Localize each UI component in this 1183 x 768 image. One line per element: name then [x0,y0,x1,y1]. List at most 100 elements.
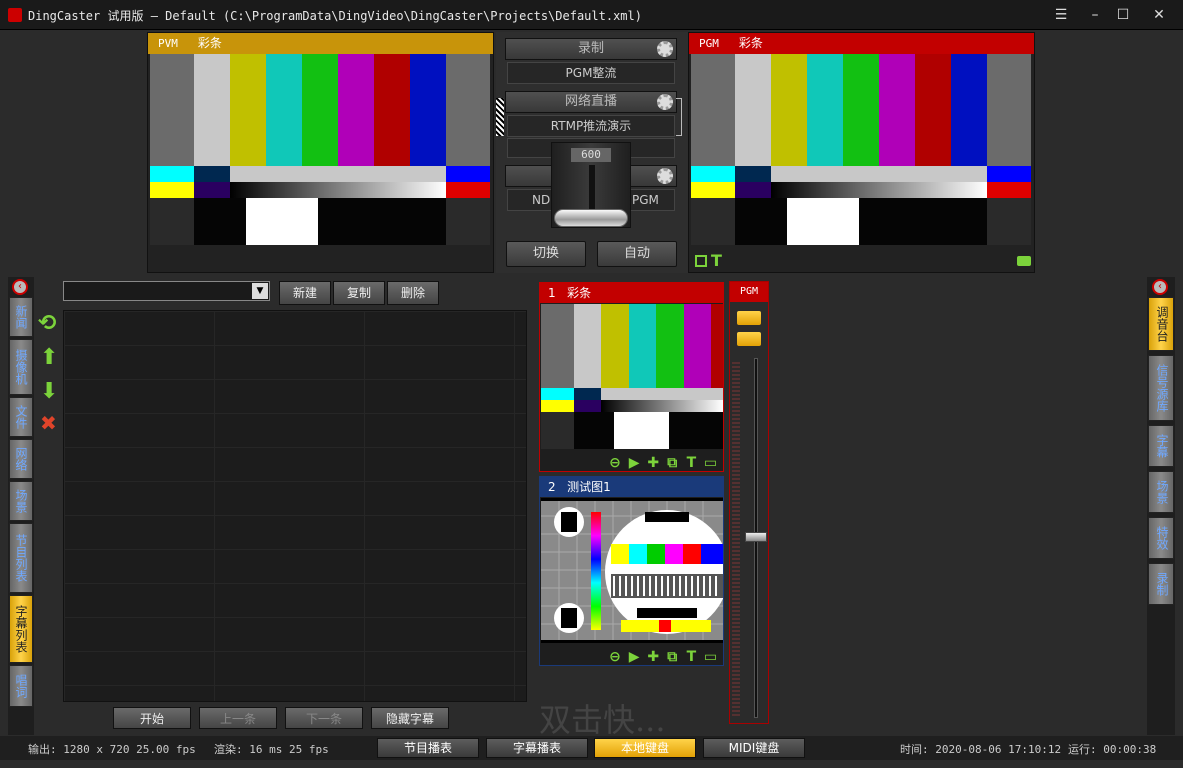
play-icon[interactable]: ▶ [627,456,641,470]
ndi-settings-gear-icon[interactable] [657,168,673,184]
record-settings-gear-icon[interactable] [657,41,673,57]
bottom-button-2[interactable]: 本地键盘 [594,738,696,758]
bottom-button-0[interactable]: 节目播表 [377,738,479,758]
bottom-button-1[interactable]: 字幕播表 [486,738,588,758]
move-down-arrow-icon[interactable]: ⬇ [40,379,58,404]
grid-icon[interactable] [695,255,707,267]
bottom-button-3[interactable]: MIDI键盘 [703,738,805,758]
source-card[interactable]: 1 彩条 ⊖ ▶ ✚ ⧉ T ▭ [539,282,724,472]
source-name: 测试图1 [567,480,611,494]
new-button[interactable]: 新建 [279,281,331,305]
pgm-monitor[interactable]: PGM 彩条 T [688,32,1035,273]
left-tab-3[interactable]: 网络 [9,439,33,479]
right-tab-3[interactable]: 场景 [1148,471,1174,513]
stream-target[interactable]: RTMP推流演示 [507,115,675,137]
collapse-chevron-icon[interactable]: ‹ [12,279,28,295]
output-status: 输出: 1280 x 720 25.00 fps [28,743,196,756]
refresh-icon[interactable]: ⟲ [38,311,56,336]
monitor-icon[interactable]: ▭ [703,650,717,664]
stream-section-header: 网络直播 [505,91,677,113]
next-button[interactable]: 下一条 [285,707,363,729]
add-icon[interactable]: ✚ [646,650,660,664]
maximize-icon[interactable]: ☐ [1106,0,1140,30]
remove-circle-icon[interactable]: ⊖ [608,650,622,664]
source-index: 1 [548,286,556,300]
left-tab-0[interactable]: 新闻 [9,297,33,337]
source-header: 1 彩条 [540,283,723,303]
sources-panel: 1 彩条 ⊖ ▶ ✚ ⧉ T ▭ 2 测试图1 ⊖ ▶ ✚ ⧉ T ▭ 双击快.… [535,277,725,739]
close-icon[interactable]: ✕ [1142,0,1176,30]
prev-button[interactable]: 上一条 [199,707,277,729]
right-tab-1[interactable]: 信号源库 [1148,355,1174,421]
left-tab-4[interactable]: 场景 [9,481,33,521]
copy-layer-icon[interactable]: ⧉ [665,456,679,470]
remove-x-icon[interactable]: ✖ [40,411,57,435]
menu-icon[interactable]: ☰ [1044,0,1078,30]
pvm-tag: PVM [158,37,178,50]
source-controls: ⊖ ▶ ✚ ⧉ T ▭ [608,646,717,665]
qr-code-icon[interactable] [496,98,504,136]
record-target[interactable]: PGM整流 [507,62,675,84]
text-icon[interactable]: T [684,650,698,664]
record-section-header: 录制 [505,38,677,60]
left-tab-1[interactable]: 摄像机 [9,339,33,395]
delete-button[interactable]: 删除 [387,281,439,305]
ndi-value-right: PGM [632,193,659,207]
test-pattern-thumbnail [541,498,723,643]
copy-layer-icon[interactable]: ⧉ [665,650,679,664]
volume-fader-handle[interactable] [745,532,767,542]
play-icon[interactable]: ▶ [627,650,641,664]
audio-level-meter [732,362,740,717]
right-tab-2[interactable]: 字幕 [1148,425,1174,467]
mixer-area [772,277,1146,735]
snapshot-camera-icon[interactable] [1017,256,1031,266]
source-controls: ⊖ ▶ ✚ ⧉ T ▭ [608,452,717,471]
hide-subtitle-button[interactable]: 隐藏字幕 [371,707,449,729]
right-tab-4[interactable]: 特效 [1148,517,1174,559]
source-index: 2 [548,480,556,494]
solo-toggle[interactable] [737,332,761,346]
render-status: 渲染: 16 ms 25 fps [214,743,329,756]
text-overlay-icon[interactable]: T [711,251,722,270]
left-tab-5[interactable]: 节目列表 [9,523,33,593]
left-tab-2[interactable]: 文件 [9,397,33,437]
source-card[interactable]: 2 测试图1 ⊖ ▶ ✚ ⧉ T ▭ [539,476,724,666]
text-icon[interactable]: T [684,456,698,470]
pgm-source-label: 彩条 [738,36,763,50]
t-bar-track[interactable]: 600 [551,142,631,228]
remove-circle-icon[interactable]: ⊖ [608,456,622,470]
monitor-icon[interactable]: ▭ [703,456,717,470]
auto-button[interactable]: 自动 [597,241,677,267]
start-button[interactable]: 开始 [113,707,191,729]
cut-button[interactable]: 切换 [506,241,586,267]
source-name: 彩条 [567,286,592,300]
left-tab-7[interactable]: 唱词 [9,665,33,707]
right-tab-5[interactable]: 录制 [1148,563,1174,605]
time-status: 时间: 2020-08-06 17:10:12 [900,743,1062,756]
copy-button[interactable]: 复制 [333,281,385,305]
stream-settings-gear-icon[interactable] [657,94,673,110]
move-up-arrow-icon[interactable]: ⬆ [40,345,58,370]
switcher-panel: 录制 PGM整流 网络直播 RTMP推流演示 NDI- PGM 600 切换 自… [496,32,688,273]
source-header: 2 测试图1 [540,477,723,497]
subtitle-grid[interactable] [63,310,527,702]
audio-channel-pgm: PGM [729,281,769,724]
left-tab-6[interactable]: 字幕列表 [9,595,33,663]
subtitle-select[interactable]: ▼ [63,281,270,301]
pvm-monitor[interactable]: PVM 彩条 [147,32,494,273]
window-title: DingCaster 试用版 — Default (C:\ProgramData… [28,9,642,23]
pgm-header: PGM 彩条 [689,33,1034,54]
left-tab-bar: ‹ 新闻 摄像机 文件 网络 场景 节目列表 字幕列表 唱词 [8,277,34,735]
color-bars-image [150,54,490,245]
right-tab-0[interactable]: 调音台 [1148,297,1174,351]
expand-chevron-icon[interactable]: ‹ [1152,279,1168,295]
record-title: 录制 [577,41,604,56]
pgm-tag: PGM [699,37,719,50]
title-bar: DingCaster 试用版 — Default (C:\ProgramData… [0,0,1183,30]
mute-toggle[interactable] [737,311,761,325]
color-bars-thumbnail [541,304,723,449]
add-icon[interactable]: ✚ [646,456,660,470]
t-bar-handle[interactable] [554,209,628,227]
dropdown-arrow-icon[interactable]: ▼ [252,283,268,299]
add-source-hint: 双击快... [539,701,666,739]
